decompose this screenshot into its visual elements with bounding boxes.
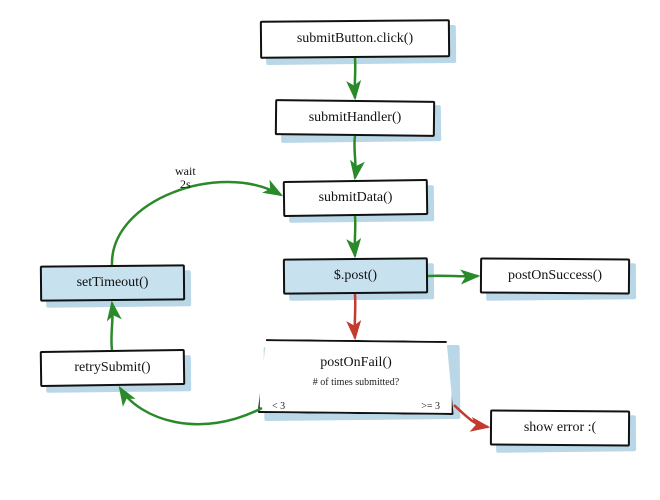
edge	[428, 276, 478, 277]
node-retry-submit: retrySubmit()	[40, 350, 185, 386]
branch-left: < 3	[272, 401, 285, 412]
node-label: postOnFail()	[312, 355, 400, 371]
node-label: setTimeout()	[69, 275, 157, 291]
node-label: submitData()	[311, 190, 401, 206]
edge	[354, 136, 355, 178]
node-label: submitHandler()	[301, 110, 410, 126]
node-submit-handler: submitHandler()	[275, 100, 435, 136]
node-submit-button: submitButton.click()	[260, 20, 450, 58]
edge-label-wait-2s: wait 2s	[175, 165, 196, 191]
node-post-on-success: postOnSuccess()	[480, 258, 630, 294]
node-label: $.post()	[326, 268, 385, 284]
edge	[112, 182, 281, 265]
node-label: show error :(	[516, 420, 604, 436]
node-show-error: show error :(	[490, 410, 630, 446]
edge	[111, 303, 112, 350]
node-label: retrySubmit()	[66, 360, 158, 376]
node-label: postOnSuccess()	[500, 268, 610, 284]
node-submit-data: submitData()	[283, 180, 428, 216]
edge	[355, 294, 356, 338]
node-post-on-fail: postOnFail() # of times submitted? < 3 >…	[258, 340, 454, 414]
branch-right: >= 3	[421, 401, 440, 412]
node-set-timeout: setTimeout()	[40, 265, 185, 301]
node-subtext: # of times submitted?	[313, 377, 399, 388]
edge	[120, 388, 262, 424]
node-post: $.post()	[283, 258, 428, 294]
node-label: submitButton.click()	[289, 31, 421, 47]
